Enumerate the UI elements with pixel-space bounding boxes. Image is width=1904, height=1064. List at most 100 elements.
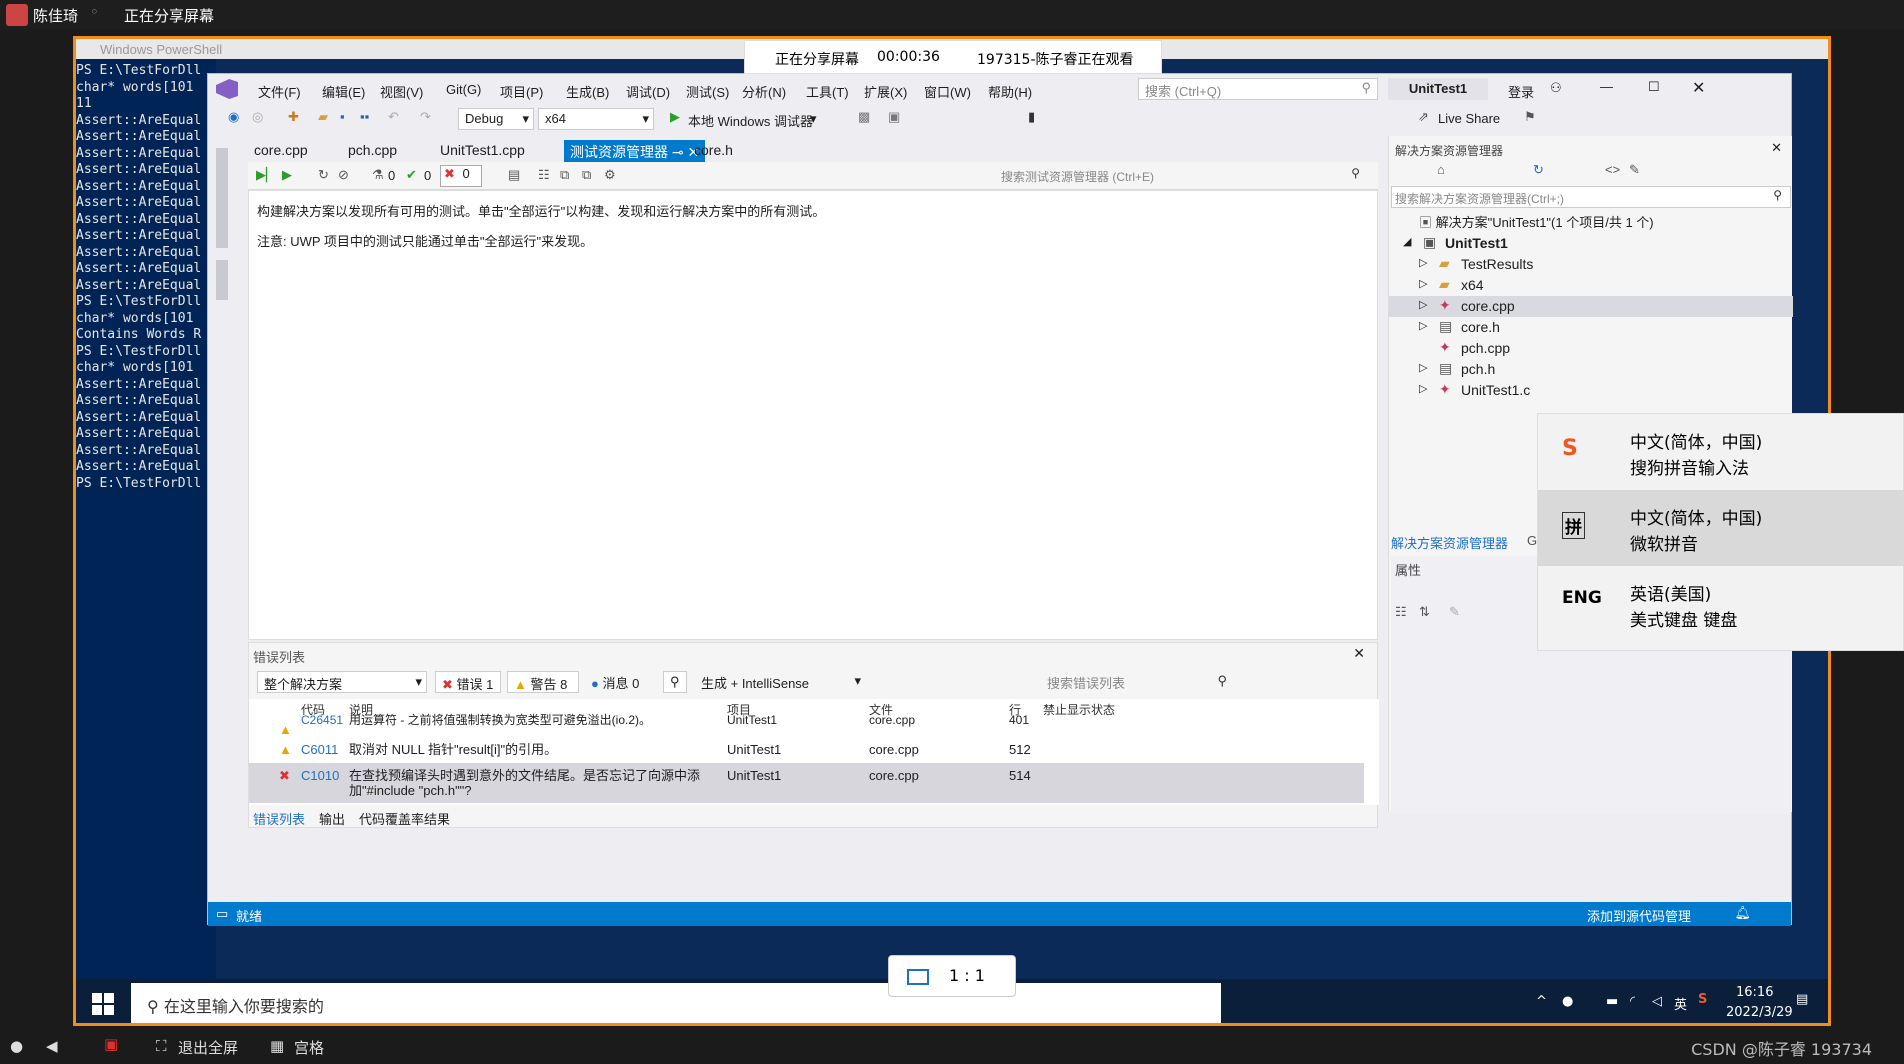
zoom-ratio-button[interactable]: 1 : 1 <box>888 955 1016 997</box>
solution-search-input[interactable]: 搜索解决方案资源管理器(Ctrl+;) ⚲ <box>1391 186 1791 208</box>
bookmark-icon[interactable]: ▮ <box>1028 109 1035 125</box>
menu-item[interactable]: 文件(F) <box>258 82 301 101</box>
passed-icon[interactable]: ✔ <box>406 167 417 183</box>
expand-arrow-icon[interactable]: ◢ <box>1403 235 1411 248</box>
build-filter-select[interactable]: 生成 + IntelliSense ▾ <box>695 671 865 693</box>
grid-view-button[interactable]: 宫格 <box>294 1037 324 1058</box>
action-center-icon[interactable]: ▤ <box>1796 992 1808 1007</box>
undo-icon[interactable]: ↶ <box>388 109 399 125</box>
menu-item[interactable]: 分析(N) <box>742 82 786 101</box>
tree-item[interactable]: ▷ ✦ core.cpp <box>1389 296 1793 317</box>
menu-item[interactable]: Git(G) <box>446 82 481 97</box>
camera-off-icon[interactable]: ▣ <box>104 1035 118 1053</box>
account-icon[interactable]: ⚇ <box>1550 80 1562 96</box>
tree-item[interactable]: ▷ ▰ TestResults <box>1389 254 1793 275</box>
menu-item[interactable]: 帮助(H) <box>988 82 1032 101</box>
add-to-source-control[interactable]: 添加到源代码管理 <box>1587 906 1691 925</box>
new-project-icon[interactable]: ✚ <box>288 109 299 125</box>
error-search-input[interactable]: 搜索错误列表 ⚲ <box>1041 671 1231 693</box>
scope-select[interactable]: 整个解决方案 ▾ <box>257 671 427 693</box>
solution-node[interactable]: ▣ 解决方案"UnitTest1"(1 个项目/共 1 个) <box>1389 212 1793 233</box>
document-tab[interactable]: pch.cpp <box>342 140 403 160</box>
back-icon[interactable]: ◉ <box>228 109 239 125</box>
save-all-icon[interactable]: ▪▪ <box>360 109 369 124</box>
collapse-arrow-icon[interactable]: ▷ <box>1419 277 1427 290</box>
tree-item[interactable]: ◢ ▣ UnitTest1 <box>1389 233 1793 254</box>
group-by-icon[interactable]: ☷ <box>538 167 550 183</box>
ime-option[interactable]: ENG 英语(美国) 美式键盘 键盘 <box>1538 566 1904 642</box>
collapse-arrow-icon[interactable]: ▷ <box>1419 256 1427 269</box>
pin-icon[interactable]: ⊸ <box>668 144 688 160</box>
collapse-icon[interactable]: ⧉ <box>582 167 591 183</box>
login-link[interactable]: 登录 <box>1508 82 1534 101</box>
save-icon[interactable]: ▪ <box>340 109 345 124</box>
screenshot-icon[interactable]: ▣ <box>888 109 900 125</box>
collapse-arrow-icon[interactable]: ▷ <box>1419 382 1427 395</box>
property-pages-icon[interactable]: ✎ <box>1449 604 1460 620</box>
clock-time[interactable]: 16:16 <box>1736 985 1773 1000</box>
column-header[interactable]: 禁止显示状态 <box>1043 701 1115 718</box>
error-code[interactable]: C6011 <box>301 742 338 757</box>
mic-icon[interactable]: ● <box>1562 994 1573 1009</box>
clock-date[interactable]: 2022/3/29 <box>1726 1005 1793 1020</box>
platform-select[interactable]: x64 ▾ <box>538 108 654 130</box>
warnings-filter-button[interactable]: ▲ 警告 8 <box>507 671 579 693</box>
battery-icon[interactable]: ▬ <box>1606 994 1618 1009</box>
ime-language-indicator[interactable]: 英 <box>1674 994 1687 1013</box>
menu-item[interactable]: 扩展(X) <box>864 82 907 101</box>
bottom-tab[interactable]: 代码覆盖率结果 <box>359 812 450 827</box>
server-explorer-tab[interactable] <box>216 148 228 248</box>
tree-item[interactable]: ✦ pch.cpp <box>1389 338 1793 359</box>
repeat-icon[interactable]: ↻ <box>318 167 329 183</box>
notification-icon[interactable]: 🔔︎ <box>1734 905 1751 921</box>
run-target-button[interactable]: 本地 Windows 调试器 <box>688 111 813 130</box>
messages-filter-button[interactable]: ● 消息 0 <box>585 671 657 693</box>
document-tab[interactable]: 测试资源管理器 ⊸ ✕ <box>564 140 706 164</box>
categorized-icon[interactable]: ☷ <box>1395 604 1407 620</box>
run-all-icon[interactable]: ▶▏ <box>256 167 276 183</box>
menu-item[interactable]: 测试(S) <box>686 82 729 101</box>
live-share-button[interactable]: Live Share <box>1438 111 1500 126</box>
menu-item[interactable]: 工具(T) <box>806 82 849 101</box>
collapse-arrow-icon[interactable]: ▷ <box>1419 319 1427 332</box>
tree-item[interactable]: ▷ ▰ x64 <box>1389 275 1793 296</box>
test-search-input[interactable]: 搜索测试资源管理器 (Ctrl+E) ⚲ <box>998 165 1368 187</box>
network-icon[interactable]: ◜ <box>1630 994 1635 1009</box>
windows-start-icon[interactable] <box>92 993 114 1015</box>
volume-icon[interactable]: ◁ <box>1652 994 1662 1009</box>
menu-item[interactable]: 视图(V) <box>380 82 423 101</box>
close-button[interactable]: ✕ <box>1692 78 1705 98</box>
run-icon[interactable]: ▶ <box>282 167 292 183</box>
cancel-icon[interactable]: ⊘ <box>338 167 349 183</box>
error-row[interactable]: ▲ C6011 取消对 NULL 指针"result[i]"的引用。 UnitTest… <box>249 737 1364 763</box>
taskbar-search-input[interactable]: ⚲ 在这里输入你要搜索的 <box>131 983 1221 1023</box>
maximize-button[interactable]: ☐ <box>1648 79 1660 95</box>
menu-item[interactable]: 项目(P) <box>500 82 543 101</box>
flask-icon[interactable]: ⚗ <box>372 167 384 183</box>
config-select[interactable]: Debug ▾ <box>458 108 534 130</box>
settings-icon[interactable]: ⚙ <box>604 167 616 183</box>
refresh-icon[interactable]: ↻ <box>1533 162 1544 178</box>
tree-item[interactable]: ▷ ▤ pch.h <box>1389 359 1793 380</box>
document-tab[interactable]: core.h <box>688 140 739 160</box>
failed-filter-button[interactable]: ✖ 0 <box>440 165 482 187</box>
forward-icon[interactable]: ◎ <box>252 109 263 125</box>
feedback-icon[interactable]: ⚑ <box>1524 109 1536 125</box>
git-changes-tab[interactable]: G <box>1527 533 1537 548</box>
code-icon[interactable]: <> <box>1605 162 1620 177</box>
chevron-down-icon[interactable]: ▾ <box>810 111 817 127</box>
ime-option[interactable]: S 中文(简体，中国) 搜狗拼音输入法 <box>1538 414 1904 490</box>
menu-item[interactable]: 生成(B) <box>566 82 609 101</box>
fullscreen-icon[interactable]: ⛶ <box>156 1037 167 1055</box>
home-icon[interactable]: ⌂ <box>1437 162 1445 177</box>
grid-icon[interactable]: ▦ <box>270 1037 284 1055</box>
error-row[interactable]: ✖ C1010 在查找预编译头时遇到意外的文件结尾。是否忘记了向源中添加"#incl… <box>249 763 1364 803</box>
bottom-tab[interactable]: 输出 <box>319 812 345 827</box>
start-debug-icon[interactable]: ▶ <box>670 109 680 125</box>
mic-icon[interactable]: ● <box>10 1037 23 1055</box>
tree-item[interactable]: ▷ ✦ UnitTest1.c <box>1389 380 1793 401</box>
close-icon[interactable]: ✕ <box>1771 140 1782 156</box>
expand-icon[interactable]: ⧉ <box>560 167 569 183</box>
solution-explorer-tab[interactable]: 解决方案资源管理器 <box>1391 533 1508 552</box>
live-share-icon[interactable]: ⇗ <box>1418 109 1429 125</box>
